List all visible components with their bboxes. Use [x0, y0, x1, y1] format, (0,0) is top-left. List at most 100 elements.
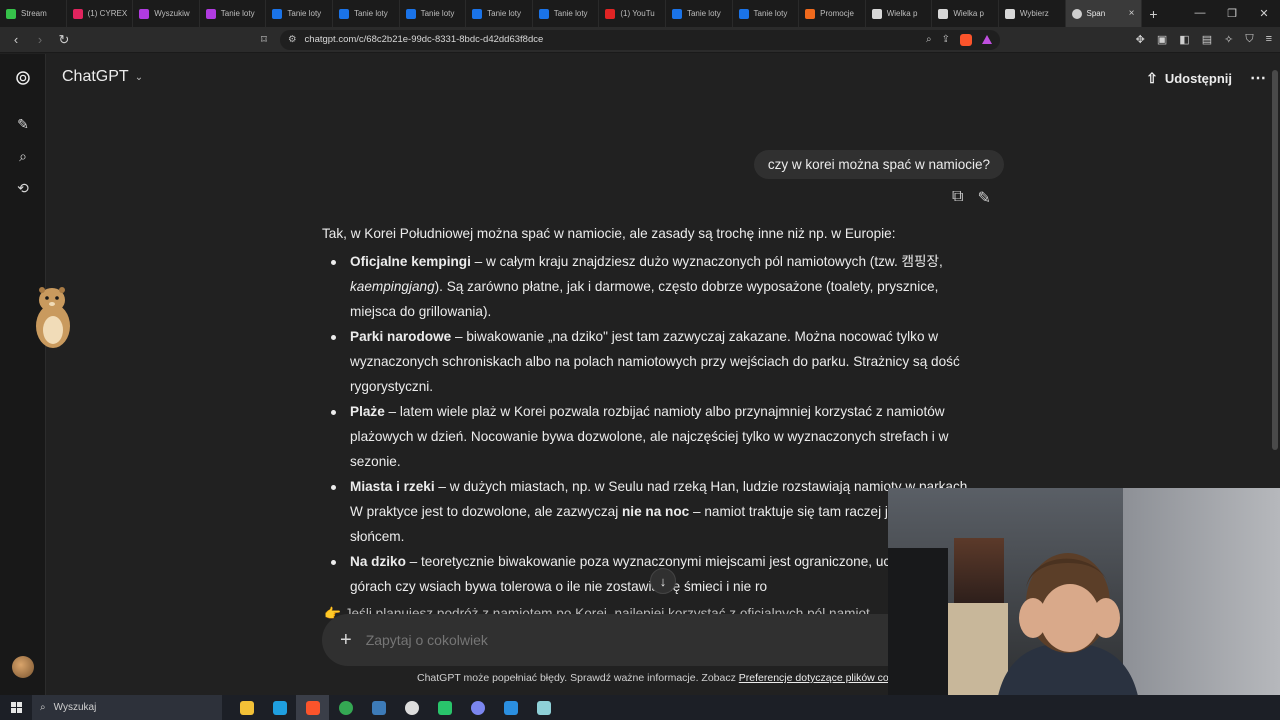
forward-icon[interactable]: › [30, 30, 50, 50]
maximize-icon[interactable]: ❐ [1216, 7, 1248, 20]
leo-ai-icon[interactable]: ✧ [1224, 33, 1233, 46]
tab-label: (1) YouTu [620, 9, 655, 18]
taskbar-search-placeholder: Wyszukaj [53, 702, 97, 713]
more-options-icon[interactable]: ⋯ [1250, 68, 1266, 88]
browser-tab[interactable]: Wielka p [932, 0, 999, 27]
taskbar-app-file-explorer[interactable] [230, 695, 263, 720]
browser-tab[interactable]: Wybierz [999, 0, 1066, 27]
chevron-down-icon: ⌄ [134, 71, 144, 83]
tab-label: Tanie loty [420, 9, 455, 18]
browser-tab[interactable]: Wielka p [866, 0, 933, 27]
search-icon[interactable]: ⌕ [13, 146, 33, 166]
mail-icon [503, 700, 518, 715]
extensions-icon[interactable]: ✥ [1136, 33, 1145, 46]
add-attachment-icon[interactable]: + [340, 629, 352, 652]
browser-tab[interactable]: Promocje [799, 0, 866, 27]
browser-tab[interactable]: (1) CYREX [67, 0, 134, 27]
scrollbar[interactable] [1272, 70, 1278, 450]
tab-favicon-icon [6, 8, 16, 19]
sidebar-toggle-icon[interactable]: ◧ [1179, 33, 1189, 46]
browser-tab[interactable]: Stream [0, 0, 67, 27]
scroll-down-button[interactable]: ↓ [650, 568, 676, 594]
share-button[interactable]: ⇧ Udostępnij [1146, 70, 1232, 87]
taskbar-app-obs[interactable] [395, 695, 428, 720]
new-tab-button[interactable]: + [1142, 6, 1166, 22]
start-button[interactable] [0, 695, 32, 720]
window-controls: — ❐ ✕ [1184, 7, 1280, 20]
extension-icons: ✥ ▣ ◧ ▤ ✧ ⛉ ≡ [1136, 33, 1272, 46]
list-item: Plaże – latem wiele plaż w Korei pozwala… [322, 399, 982, 474]
back-icon[interactable]: ‹ [6, 30, 26, 50]
browser-tab[interactable]: Tanie loty [533, 0, 600, 27]
sidebar: ✎ ⌕ ⟲ [0, 54, 46, 695]
obs-icon [404, 700, 419, 715]
taskbar-app-notepad[interactable] [527, 695, 560, 720]
browser-tab[interactable]: Tanie loty [266, 0, 333, 27]
prompt-input[interactable] [365, 632, 886, 648]
brave-icon [305, 700, 320, 715]
tab-favicon-icon [605, 8, 616, 19]
browser-tab[interactable]: Tanie loty [466, 0, 533, 27]
browser-tab[interactable]: Tanie loty [666, 0, 733, 27]
edit-icon[interactable]: ✎ [977, 188, 990, 208]
item-text-2: ). Są zarówno płatne, jak i darmowe, czę… [350, 279, 939, 319]
cookie-preferences-link[interactable]: Preferencje dotyczące plików co [739, 672, 889, 684]
minimize-icon[interactable]: — [1184, 7, 1216, 20]
taskbar-app-chrome[interactable] [329, 695, 362, 720]
media-icon [437, 700, 452, 715]
tab-favicon-icon [1004, 8, 1015, 19]
close-tab-icon[interactable]: × [1129, 8, 1135, 19]
browser-tab[interactable]: Tanie loty [400, 0, 467, 27]
browser-tab[interactable]: Wyszukiw [133, 0, 200, 27]
edge-icon [272, 700, 287, 715]
item-title: Parki narodowe [350, 329, 452, 344]
taskbar-app-brave[interactable] [296, 695, 329, 720]
menu-icon[interactable]: ≡ [1266, 33, 1272, 46]
tab-favicon-icon [139, 8, 150, 19]
tab-favicon-icon [205, 8, 216, 19]
vpn-icon[interactable]: ⛉ [1245, 33, 1253, 46]
taskbar-app-discord[interactable] [461, 695, 494, 720]
taskbar-app-steam[interactable] [362, 695, 395, 720]
browser-tab-strip: Stream (1) CYREX Wyszukiw Tanie loty Tanie l… [0, 0, 1280, 27]
taskbar-app-edge[interactable] [263, 695, 296, 720]
bookmark-icon[interactable]: ⌑ [254, 30, 274, 50]
app-title: ChatGPT [62, 68, 129, 85]
zoom-icon[interactable]: ⌕ [926, 34, 932, 45]
wallet-icon[interactable]: ▤ [1202, 33, 1212, 46]
user-avatar[interactable] [12, 656, 34, 678]
list-item: Miasta i rzeki – w dużych miastach, np. … [322, 474, 982, 549]
browser-tab[interactable]: Tanie loty [200, 0, 267, 27]
library-icon[interactable]: ⟲ [13, 178, 33, 198]
brave-shields-icon[interactable] [960, 33, 972, 46]
item-title: Na dziko [350, 554, 406, 569]
site-info-icon[interactable]: ⚙ [288, 34, 297, 45]
brave-rewards-icon[interactable] [982, 35, 992, 44]
taskbar-app-mail[interactable] [494, 695, 527, 720]
tab-active[interactable]: Span × [1065, 0, 1142, 27]
tab-favicon-icon [805, 8, 816, 19]
taskbar-search[interactable]: ⌕ Wyszukaj [32, 695, 222, 720]
browser-tab[interactable]: Tanie loty [333, 0, 400, 27]
model-selector[interactable]: ChatGPT ⌄ [62, 68, 143, 86]
browser-tab[interactable]: Tanie loty [733, 0, 800, 27]
tab-label: Tanie loty [553, 9, 588, 18]
copy-icon[interactable]: ⧉ [952, 188, 963, 208]
new-chat-icon[interactable]: ✎ [13, 114, 33, 134]
tab-label: Promocje [820, 9, 854, 18]
taskbar-app-media[interactable] [428, 695, 461, 720]
assistant-message: Tak, w Korei Południowej można spać w na… [322, 221, 982, 619]
browser-tab[interactable]: (1) YouTu [599, 0, 666, 27]
item-italic: kaempingjang [350, 279, 435, 294]
reload-icon[interactable]: ↻ [54, 30, 74, 50]
reading-list-icon[interactable]: ▣ [1157, 33, 1167, 46]
tab-favicon-icon [738, 8, 749, 19]
url-text: chatgpt.com/c/68c2b21e-99dc-8331-8bdc-d4… [304, 34, 544, 45]
share-icon: ⇧ [1146, 69, 1158, 86]
tab-label: Wielka p [886, 9, 918, 18]
url-field[interactable]: ⚙ chatgpt.com/c/68c2b21e-99dc-8331-8bdc-… [280, 29, 1000, 50]
close-window-icon[interactable]: ✕ [1248, 7, 1280, 20]
item-text: – w całym kraju znajdziesz dużo wyznaczo… [470, 254, 943, 269]
share-page-icon[interactable]: ⇪ [942, 34, 950, 45]
openai-logo-icon[interactable] [13, 68, 33, 88]
